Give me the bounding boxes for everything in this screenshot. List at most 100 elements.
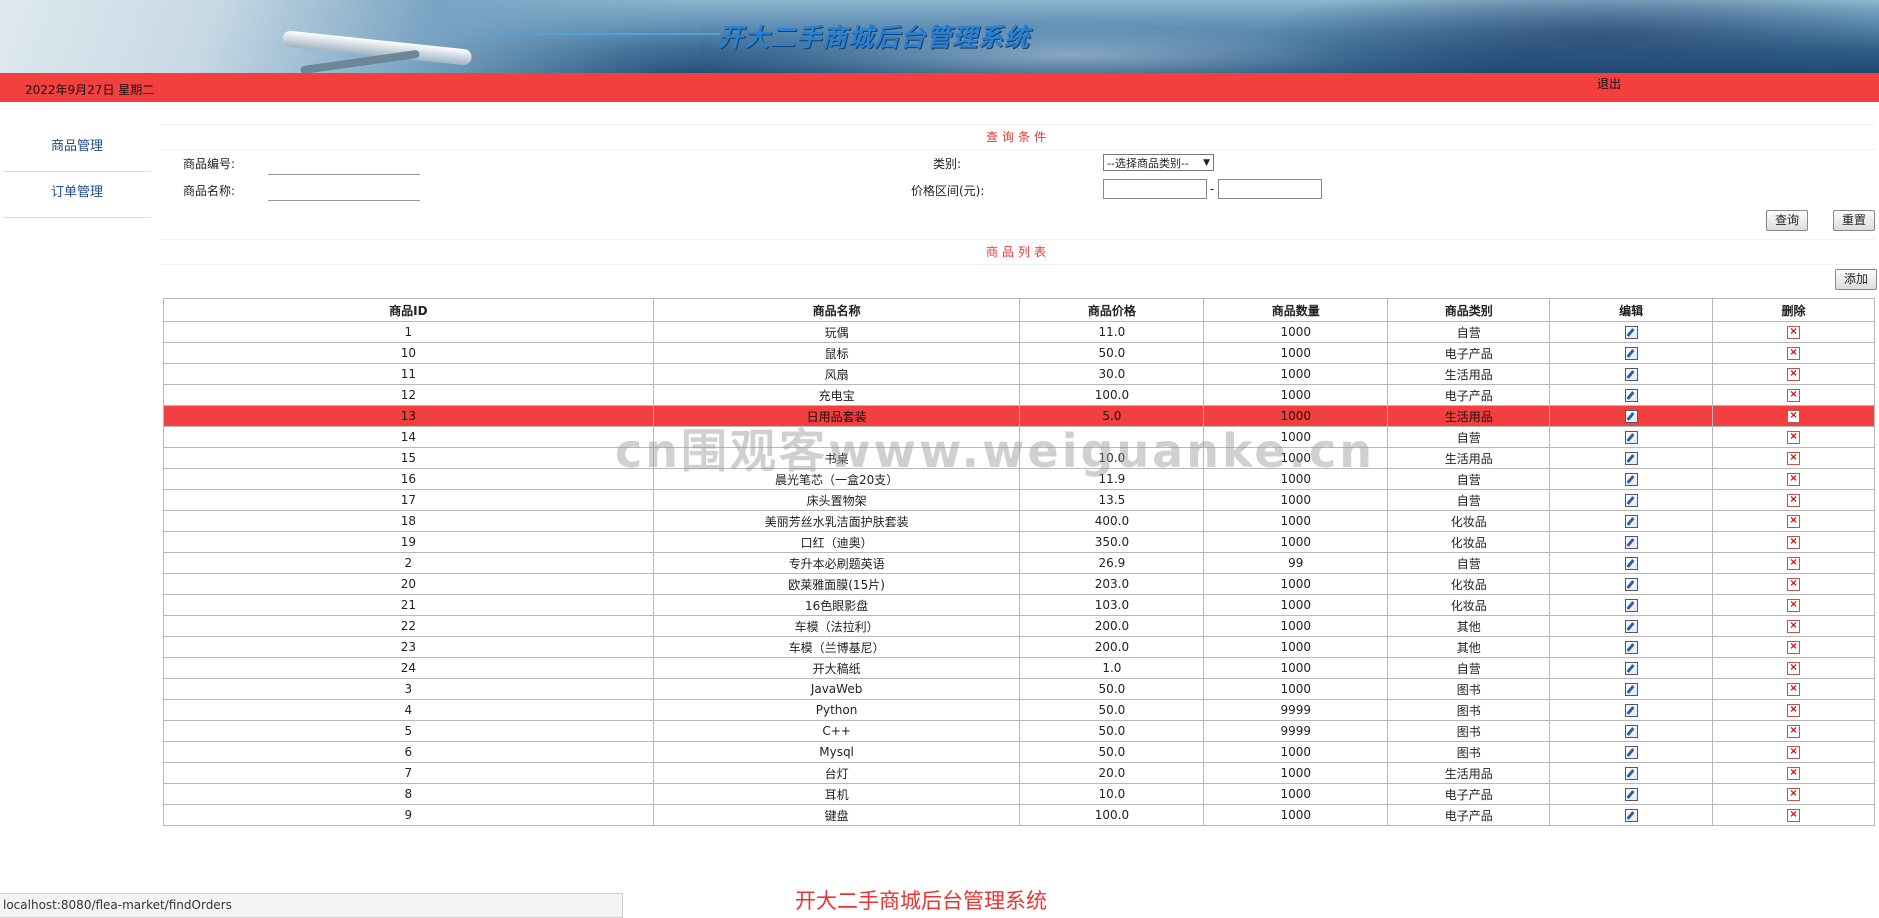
- cell-id: 13: [163, 405, 654, 427]
- cell-price: 26.9: [1019, 552, 1205, 574]
- edit-icon[interactable]: [1624, 368, 1638, 381]
- cell-name: 车模（法拉利）: [652, 615, 1021, 637]
- delete-icon[interactable]: ×: [1787, 389, 1801, 402]
- edit-icon[interactable]: [1624, 725, 1638, 738]
- delete-icon[interactable]: ×: [1787, 662, 1801, 675]
- edit-icon[interactable]: [1624, 578, 1638, 591]
- edit-icon[interactable]: [1624, 389, 1638, 402]
- cell-quantity: 1000: [1203, 384, 1389, 406]
- table-row: 21 16色眼影盘 103.0 1000 化妆品 ×: [163, 594, 1875, 616]
- sidebar-item-goods-management[interactable]: 商品管理: [3, 128, 151, 172]
- cell-delete: ×: [1712, 573, 1875, 595]
- delete-icon[interactable]: ×: [1787, 536, 1801, 549]
- cell-quantity: 1000: [1203, 426, 1389, 448]
- edit-icon[interactable]: [1624, 704, 1638, 717]
- delete-icon[interactable]: ×: [1787, 494, 1801, 507]
- delete-icon[interactable]: ×: [1787, 620, 1801, 633]
- cell-id: 12: [163, 384, 654, 406]
- cell-name: C++: [652, 720, 1021, 742]
- edit-icon[interactable]: [1624, 599, 1638, 612]
- delete-icon[interactable]: ×: [1787, 683, 1801, 696]
- delete-icon[interactable]: ×: [1787, 431, 1801, 444]
- sidebar: 商品管理 订单管理: [3, 128, 151, 218]
- cell-name: [652, 426, 1021, 448]
- edit-icon[interactable]: [1624, 410, 1638, 423]
- search-button[interactable]: 查询: [1766, 210, 1808, 231]
- category-select[interactable]: --选择商品类别-- ▼: [1103, 154, 1214, 171]
- cell-delete: ×: [1712, 510, 1875, 532]
- logout-link[interactable]: 退出: [1597, 75, 1621, 92]
- edit-icon[interactable]: [1624, 557, 1638, 570]
- cell-price: 203.0: [1019, 573, 1205, 595]
- delete-icon[interactable]: ×: [1787, 809, 1801, 822]
- cell-id: 9: [163, 804, 654, 826]
- edit-icon[interactable]: [1624, 641, 1638, 654]
- edit-icon[interactable]: [1624, 431, 1638, 444]
- edit-icon[interactable]: [1624, 515, 1638, 528]
- delete-icon[interactable]: ×: [1787, 746, 1801, 759]
- cell-edit: [1549, 468, 1714, 490]
- edit-icon[interactable]: [1624, 326, 1638, 339]
- delete-icon[interactable]: ×: [1787, 557, 1801, 570]
- cell-category: 自营: [1387, 468, 1551, 490]
- cell-id: 24: [163, 657, 654, 679]
- reset-button[interactable]: 重置: [1833, 210, 1875, 231]
- cell-name: 美丽芳丝水乳洁面护肤套装: [652, 510, 1021, 532]
- cell-category: 生活用品: [1387, 762, 1551, 784]
- cell-category: 其他: [1387, 615, 1551, 637]
- delete-icon[interactable]: ×: [1787, 368, 1801, 381]
- delete-icon[interactable]: ×: [1787, 641, 1801, 654]
- cell-category: 自营: [1387, 489, 1551, 511]
- product-name-input[interactable]: [268, 180, 420, 201]
- delete-icon[interactable]: ×: [1787, 410, 1801, 423]
- cell-price: 50.0: [1019, 699, 1205, 721]
- edit-icon[interactable]: [1624, 347, 1638, 360]
- delete-icon[interactable]: ×: [1787, 767, 1801, 780]
- delete-icon[interactable]: ×: [1787, 725, 1801, 738]
- edit-icon[interactable]: [1624, 788, 1638, 801]
- edit-icon[interactable]: [1624, 494, 1638, 507]
- delete-icon[interactable]: ×: [1787, 452, 1801, 465]
- product-id-label: 商品编号:: [183, 157, 236, 171]
- edit-icon[interactable]: [1624, 536, 1638, 549]
- table-row: 4 Python 50.0 9999 图书 ×: [163, 699, 1875, 721]
- delete-icon[interactable]: ×: [1787, 704, 1801, 717]
- sidebar-item-order-management[interactable]: 订单管理: [3, 174, 151, 218]
- edit-icon[interactable]: [1624, 473, 1638, 486]
- product-id-input[interactable]: [268, 154, 420, 175]
- delete-icon[interactable]: ×: [1787, 599, 1801, 612]
- cell-category: 自营: [1387, 426, 1551, 448]
- edit-icon[interactable]: [1624, 683, 1638, 696]
- edit-icon[interactable]: [1624, 746, 1638, 759]
- edit-icon[interactable]: [1624, 452, 1638, 465]
- delete-icon[interactable]: ×: [1787, 788, 1801, 801]
- cell-edit: [1549, 342, 1714, 364]
- cell-price: 200.0: [1019, 636, 1205, 658]
- edit-icon[interactable]: [1624, 620, 1638, 633]
- table-row: 20 欧莱雅面膜(15片) 203.0 1000 化妆品 ×: [163, 573, 1875, 595]
- delete-icon[interactable]: ×: [1787, 347, 1801, 360]
- edit-icon[interactable]: [1624, 767, 1638, 780]
- cell-edit: [1549, 804, 1714, 826]
- cell-quantity: 1000: [1203, 510, 1389, 532]
- delete-icon[interactable]: ×: [1787, 515, 1801, 528]
- table-row: 9 键盘 100.0 1000 电子产品 ×: [163, 804, 1875, 826]
- main-panel: 查询条件 商品编号: 商品名称: 类别: --选择商品类别-- ▼ 价格区间(元…: [160, 124, 1877, 864]
- add-button[interactable]: 添加: [1835, 269, 1877, 290]
- cell-edit: [1549, 531, 1714, 553]
- cell-name: 台灯: [652, 762, 1021, 784]
- column-header-category: 商品类别: [1387, 298, 1551, 322]
- price-max-input[interactable]: [1218, 179, 1322, 199]
- delete-icon[interactable]: ×: [1787, 473, 1801, 486]
- price-min-input[interactable]: [1103, 179, 1207, 199]
- cell-delete: ×: [1712, 783, 1875, 805]
- edit-icon[interactable]: [1624, 809, 1638, 822]
- delete-icon[interactable]: ×: [1787, 326, 1801, 339]
- cell-edit: [1549, 783, 1714, 805]
- edit-icon[interactable]: [1624, 662, 1638, 675]
- cell-id: 5: [163, 720, 654, 742]
- cell-edit: [1549, 636, 1714, 658]
- delete-icon[interactable]: ×: [1787, 578, 1801, 591]
- cell-price: 100.0: [1019, 384, 1205, 406]
- cell-price: 11.9: [1019, 468, 1205, 490]
